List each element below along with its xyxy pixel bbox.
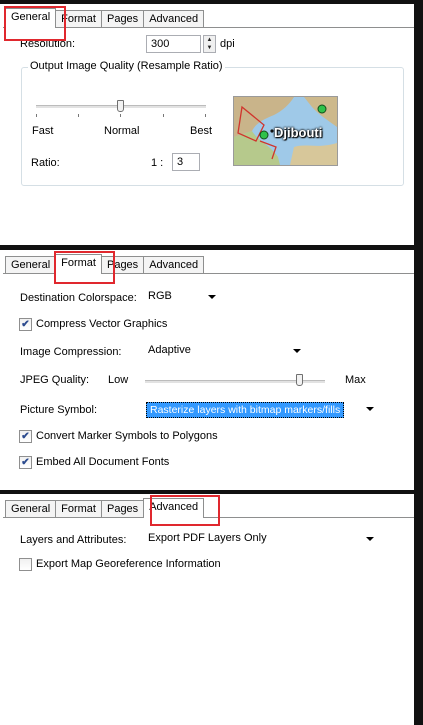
slider-tick [120, 114, 121, 117]
panel-frame-edge [414, 250, 423, 490]
resolution-unit: dpi [220, 38, 235, 50]
tab-general[interactable]: General [5, 500, 57, 518]
quality-slider-thumb[interactable] [117, 100, 124, 112]
slider-tick [78, 114, 79, 117]
compress-vector-checkbox[interactable]: ✔ [19, 318, 32, 331]
spin-up-icon[interactable]: ▲ [204, 36, 215, 44]
quality-normal-label: Normal [104, 125, 140, 137]
colorspace-dropdown[interactable]: RGB [144, 288, 222, 307]
tab-format[interactable]: Format [55, 500, 102, 518]
panel-frame-edge [414, 494, 423, 725]
tab-pages[interactable]: Pages [100, 500, 145, 518]
ratio-label: Ratio: [31, 157, 60, 169]
tab-advanced[interactable]: Advanced [143, 10, 205, 28]
highlight-box [4, 6, 66, 41]
georef-label: Export Map Georeference Information [36, 558, 221, 570]
quality-group [21, 67, 404, 186]
picture-symbol-value: Rasterize layers with bitmap markers/fil… [146, 402, 345, 418]
tab-pages[interactable]: Pages [100, 10, 145, 28]
resolution-input[interactable]: 300 [146, 35, 201, 53]
map-preview-thumbnail: Djibouti [233, 96, 338, 166]
jpeg-max-label: Max [345, 374, 366, 386]
general-panel: General Format Pages Advanced Resolution… [0, 0, 423, 245]
slider-tick [205, 114, 206, 117]
spin-down-icon[interactable]: ▼ [204, 44, 215, 52]
layers-value: Export PDF Layers Only [148, 532, 267, 544]
ratio-input[interactable]: 3 [172, 153, 200, 171]
convert-marker-label: Convert Marker Symbols to Polygons [36, 430, 218, 442]
advanced-panel: General Format Pages Advanced Layers and… [0, 494, 423, 725]
ratio-prefix: 1 : [151, 157, 164, 169]
format-panel: General Format Pages Advanced Destinatio… [0, 250, 423, 490]
tab-advanced[interactable]: Advanced [143, 256, 205, 274]
jpeg-quality-label: JPEG Quality: [20, 374, 90, 386]
dropdown-arrow-icon[interactable] [208, 295, 216, 299]
dropdown-arrow-icon[interactable] [366, 537, 374, 541]
quality-fast-label: Fast [32, 125, 54, 137]
dropdown-arrow-icon[interactable] [366, 407, 374, 411]
slider-tick [36, 114, 37, 117]
colorspace-value: RGB [148, 290, 172, 302]
tab-general[interactable]: General [5, 256, 57, 274]
dropdown-arrow-icon[interactable] [293, 349, 301, 353]
colorspace-label: Destination Colorspace: [20, 292, 137, 304]
highlight-box [150, 495, 220, 526]
resolution-spinner[interactable]: ▲ ▼ [203, 35, 216, 53]
compress-vector-label: Compress Vector Graphics [36, 318, 168, 330]
convert-marker-checkbox[interactable]: ✔ [19, 430, 32, 443]
quality-best-label: Best [190, 125, 213, 137]
embed-fonts-label: Embed All Document Fonts [36, 456, 170, 468]
image-compression-value: Adaptive [148, 344, 191, 356]
georef-checkbox[interactable] [19, 558, 32, 571]
panel-frame-edge [414, 4, 423, 245]
quality-group-title: Output Image Quality (Resample Ratio) [28, 60, 225, 72]
jpeg-low-label: Low [108, 374, 129, 386]
layers-label: Layers and Attributes: [20, 534, 127, 546]
slider-tick [163, 114, 164, 117]
picture-symbol-dropdown[interactable]: Rasterize layers with bitmap markers/fil… [144, 400, 380, 419]
image-compression-label: Image Compression: [20, 346, 122, 358]
map-preview-label: Djibouti [274, 125, 323, 140]
layers-dropdown[interactable]: Export PDF Layers Only [144, 530, 380, 549]
highlight-box [54, 251, 115, 284]
picture-symbol-label: Picture Symbol: [20, 404, 98, 416]
embed-fonts-checkbox[interactable]: ✔ [19, 456, 32, 469]
image-compression-dropdown[interactable]: Adaptive [144, 342, 307, 361]
jpeg-quality-slider-thumb[interactable] [296, 374, 303, 386]
